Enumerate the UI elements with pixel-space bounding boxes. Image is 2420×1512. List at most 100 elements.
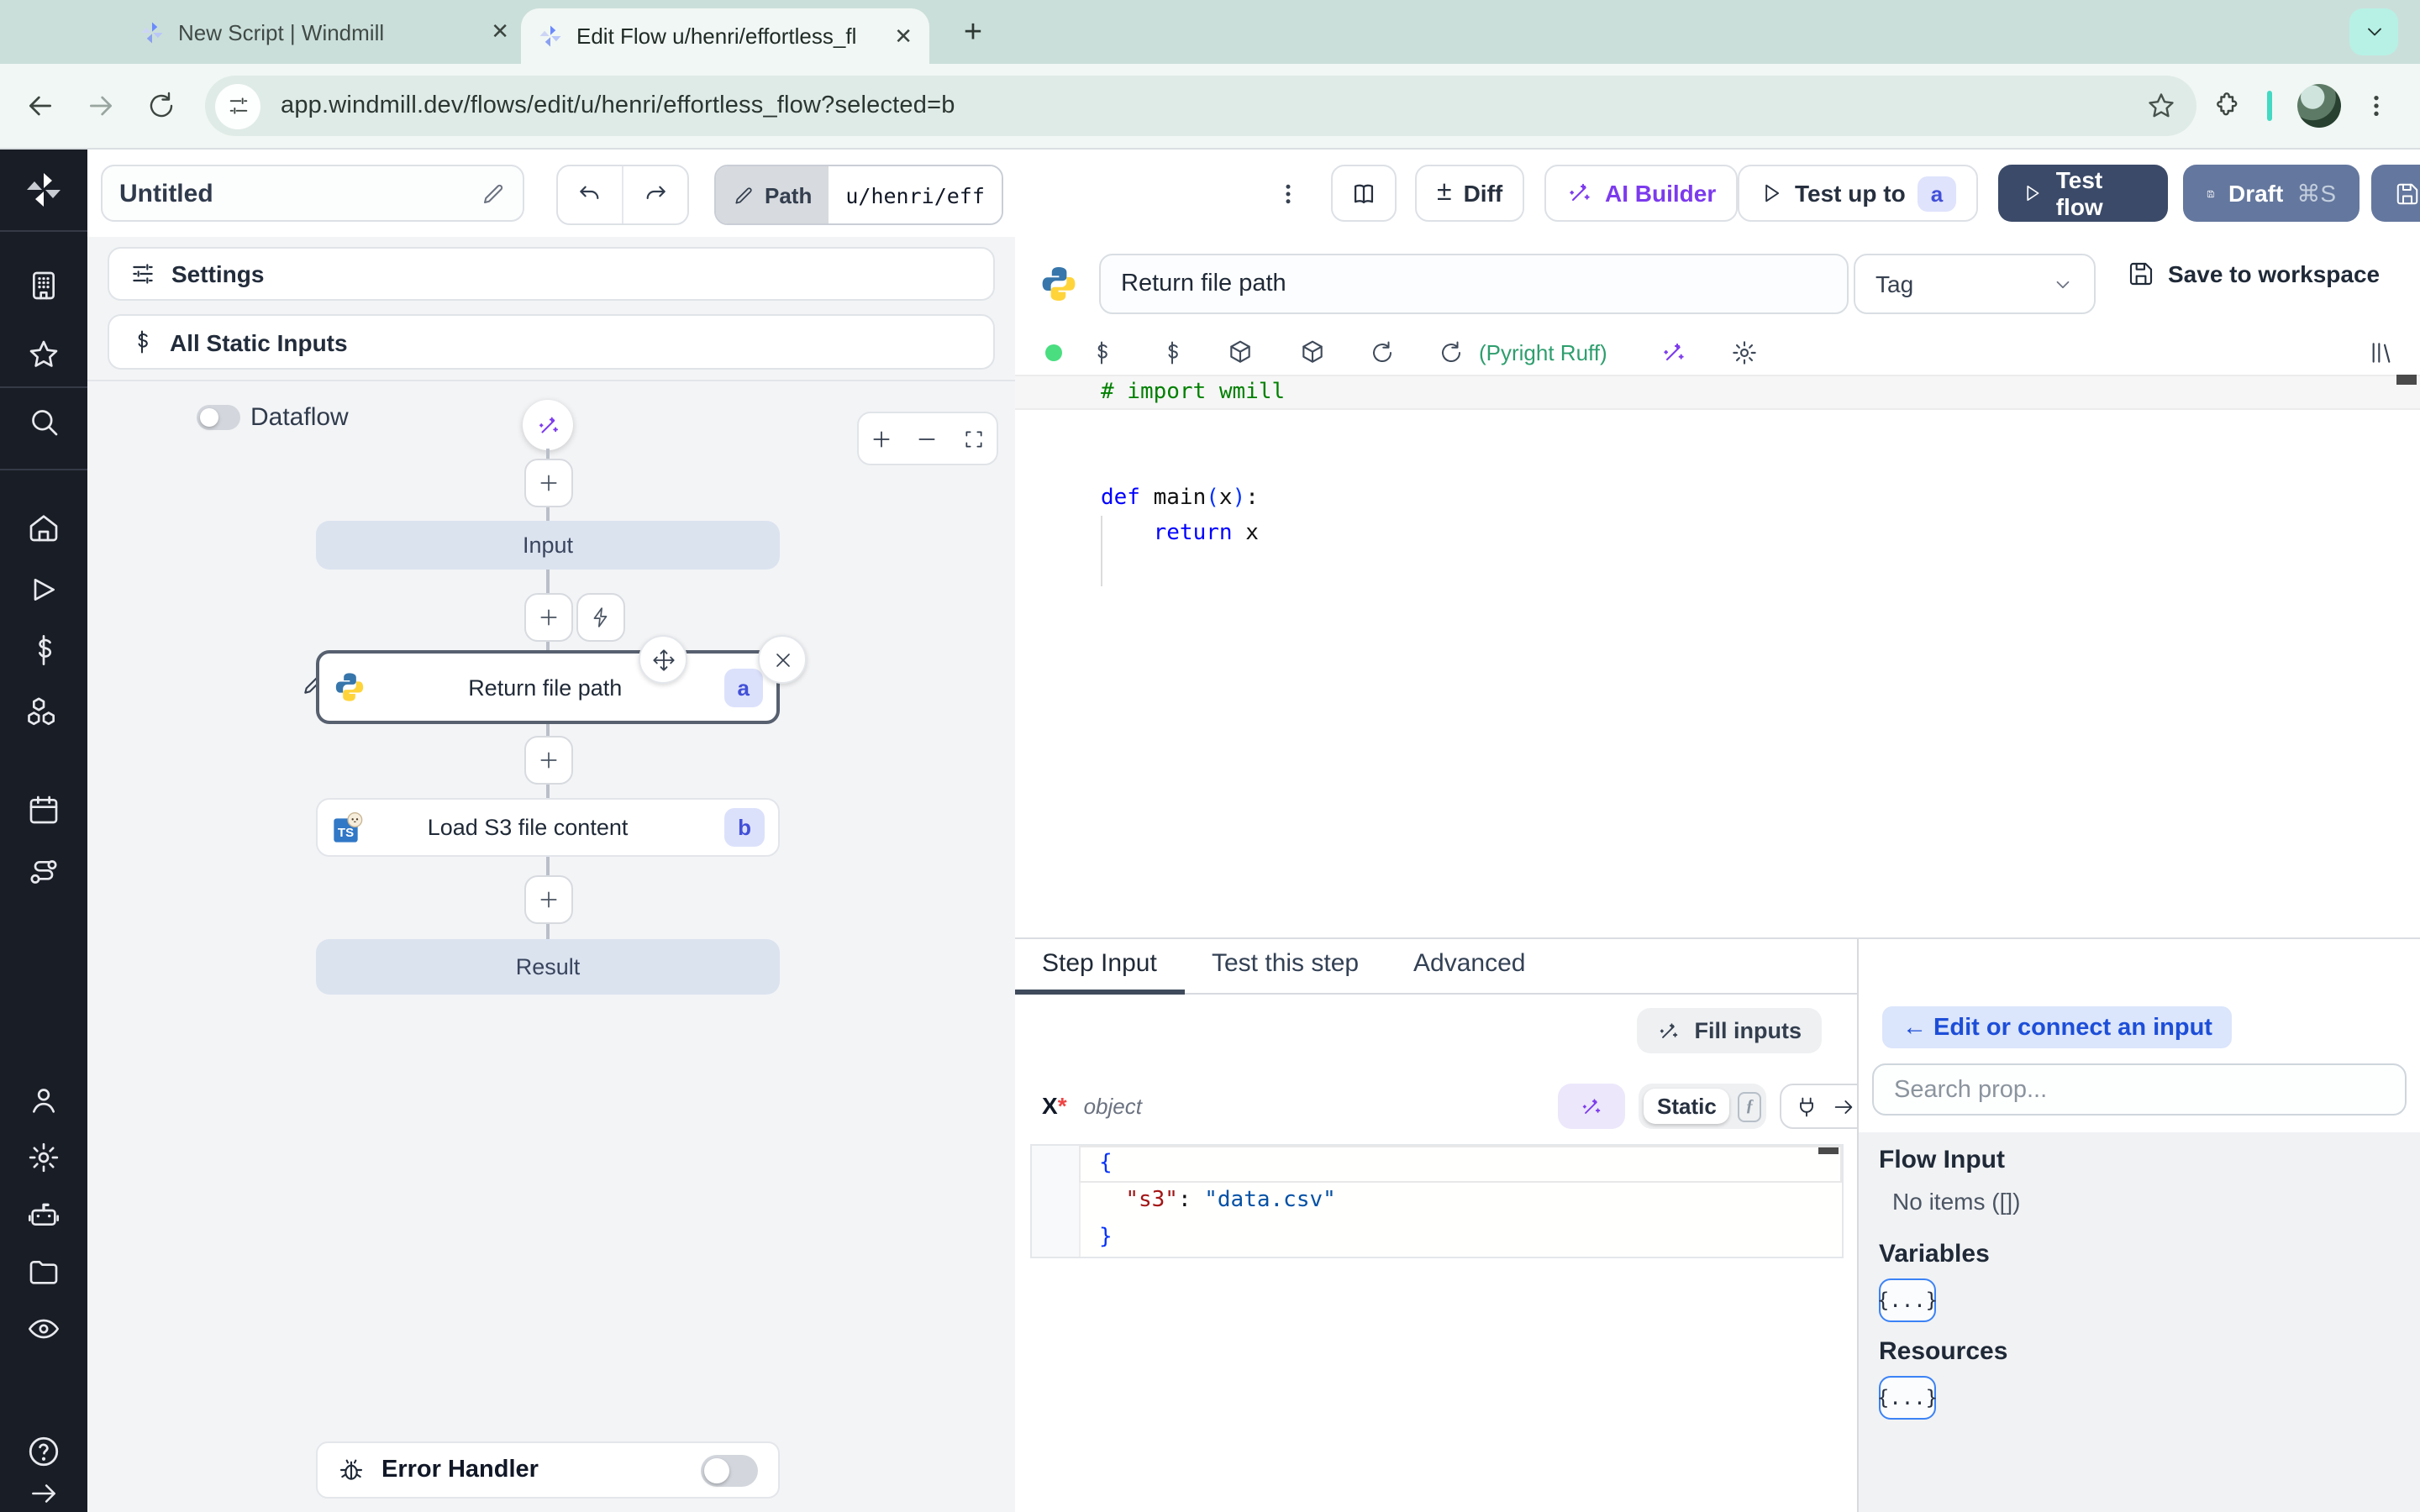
search-icon[interactable]	[27, 405, 60, 438]
variable-picker-icon[interactable]	[1089, 340, 1114, 365]
dataflow-toggle[interactable]	[197, 405, 240, 430]
javascript-expr-button[interactable]: ƒ	[1738, 1091, 1761, 1121]
zoom-in-plus-icon[interactable]	[871, 428, 892, 449]
profile-avatar[interactable]	[2297, 84, 2341, 128]
add-trigger-button[interactable]	[576, 593, 625, 642]
resource-box-icon[interactable]	[1227, 339, 1254, 366]
flow-input-heading: Flow Input	[1879, 1146, 2005, 1174]
schedules-calendar-icon[interactable]	[27, 793, 60, 827]
extensions-button[interactable]	[2205, 86, 2245, 126]
draft-button[interactable]: Draft ⌘S	[2183, 165, 2360, 222]
ai-builder-button[interactable]: AI Builder	[1544, 165, 1739, 222]
delete-step-button[interactable]	[758, 635, 807, 684]
reset-icon[interactable]	[1439, 340, 1464, 365]
add-step-button[interactable]	[524, 736, 573, 785]
move-step-handle[interactable]	[639, 635, 687, 684]
users-icon[interactable]	[27, 1084, 60, 1117]
more-options-kebab-icon[interactable]	[1270, 166, 1304, 220]
tab-step-input[interactable]: Step Input	[1042, 949, 1157, 978]
plus-minus-icon: ±	[1437, 178, 1452, 207]
undo-button[interactable]	[558, 166, 622, 223]
add-step-button[interactable]	[524, 875, 573, 924]
routes-icon[interactable]	[27, 855, 60, 889]
windmill-logo[interactable]	[24, 170, 64, 210]
zoom-out-minus-icon[interactable]	[917, 428, 939, 449]
ai-assist-wand-icon[interactable]	[1660, 339, 1687, 366]
chevron-down-icon	[2056, 280, 2070, 288]
home-icon[interactable]	[27, 511, 60, 544]
resources-cubes-icon[interactable]	[27, 694, 60, 727]
step-node-a[interactable]: Return file path a	[316, 650, 780, 724]
dataflow-label: Dataflow	[250, 403, 349, 432]
diff-button[interactable]: ± Diff	[1415, 165, 1525, 222]
json-input-editor[interactable]: { "s3": "data.csv" }	[1030, 1144, 1844, 1258]
forward-button[interactable]	[81, 86, 121, 126]
resource-box-icon[interactable]	[1299, 339, 1326, 366]
search-prop-input[interactable]: Search prop...	[1872, 1063, 2407, 1116]
puzzle-icon	[2217, 92, 2238, 116]
step-name-input[interactable]: Return file path	[1099, 254, 1849, 314]
expand-sidebar-arrow-icon[interactable]	[28, 1478, 60, 1509]
tab-close-icon[interactable]: ✕	[894, 23, 913, 50]
test-flow-button[interactable]: Test flow	[1998, 165, 2168, 222]
back-button[interactable]	[20, 86, 60, 126]
step-node-b[interactable]: TS Load S3 file content b	[316, 798, 780, 857]
path-control[interactable]: Path u/henri/eff	[714, 165, 1003, 225]
code-editor[interactable]: # import wmill def main(x): return x	[1015, 375, 2420, 937]
tab-search-chevron-button[interactable]	[2349, 8, 2398, 55]
edit-pencil-icon[interactable]	[481, 181, 506, 206]
workers-robot-icon[interactable]	[27, 1198, 60, 1231]
resources-braces-button[interactable]: {...}	[1877, 1376, 1938, 1420]
bookmark-star-icon[interactable]	[2146, 91, 2176, 121]
step-badge: a	[1917, 176, 1957, 211]
static-mode-button[interactable]: Static	[1644, 1089, 1730, 1124]
library-icon[interactable]	[2368, 339, 2395, 366]
folders-icon[interactable]	[27, 1255, 60, 1289]
json-line: {	[1032, 1146, 1842, 1183]
save-to-workspace-button[interactable]: Save to workspace	[2128, 260, 2380, 287]
browser-tab-active[interactable]: Edit Flow u/henri/effortless_fl ✕	[521, 8, 929, 64]
deploy-button[interactable]: Deploy	[2371, 165, 2420, 222]
settings-gear-icon[interactable]	[27, 1141, 60, 1174]
browser-menu-button[interactable]	[2356, 86, 2396, 126]
flow-settings-row[interactable]: Settings	[108, 247, 995, 301]
ai-fill-wand-button[interactable]	[1558, 1084, 1625, 1129]
status-dot	[1045, 344, 1062, 361]
variables-dollar-icon[interactable]	[27, 633, 60, 667]
favorites-star-icon[interactable]	[27, 338, 60, 371]
site-settings-chip[interactable]	[215, 83, 260, 129]
error-handler-row[interactable]: Error Handler	[316, 1441, 780, 1499]
editor-settings-gear-icon[interactable]	[1731, 339, 1758, 366]
runs-play-icon[interactable]	[27, 573, 60, 606]
add-step-button[interactable]	[524, 459, 573, 507]
fit-view-icon[interactable]	[963, 428, 985, 449]
browser-tab-inactive[interactable]: New Script | Windmill ✕	[139, 5, 509, 59]
omnibox[interactable]: app.windmill.dev/flows/edit/u/henri/effo…	[205, 76, 2196, 136]
lightning-icon	[593, 607, 608, 627]
reload-button[interactable]	[141, 86, 182, 126]
help-icon[interactable]	[26, 1434, 61, 1469]
test-up-to-button[interactable]: Test up to a	[1738, 165, 1979, 222]
variables-braces-button[interactable]: {...}	[1877, 1278, 1938, 1322]
tab-close-icon[interactable]: ✕	[491, 18, 509, 45]
tag-select[interactable]: Tag	[1854, 254, 2096, 314]
flow-input-node[interactable]: Input	[316, 521, 780, 570]
tab-advanced[interactable]: Advanced	[1413, 949, 1525, 978]
flow-result-node[interactable]: Result	[316, 939, 780, 995]
ai-flow-wand-button[interactable]	[523, 400, 573, 450]
edit-or-connect-button[interactable]: ← Edit or connect an input	[1882, 1006, 2233, 1048]
context-var-icon[interactable]	[1160, 340, 1185, 365]
fill-inputs-button[interactable]: Fill inputs	[1637, 1008, 1822, 1053]
add-step-button[interactable]	[524, 593, 573, 642]
audit-eye-icon[interactable]	[27, 1312, 60, 1346]
reload-icon[interactable]	[1370, 340, 1395, 365]
workspace-building-icon[interactable]	[27, 269, 60, 302]
flow-name-input[interactable]: Untitled	[101, 165, 524, 222]
path-value: u/henri/eff	[829, 166, 1002, 223]
tab-test-this-step[interactable]: Test this step	[1212, 949, 1359, 978]
error-handler-toggle[interactable]	[701, 1454, 758, 1486]
redo-button[interactable]	[622, 166, 687, 223]
docs-book-button[interactable]	[1331, 165, 1397, 222]
new-tab-button[interactable]: +	[951, 12, 995, 55]
all-static-inputs-row[interactable]: All Static Inputs	[108, 314, 995, 370]
